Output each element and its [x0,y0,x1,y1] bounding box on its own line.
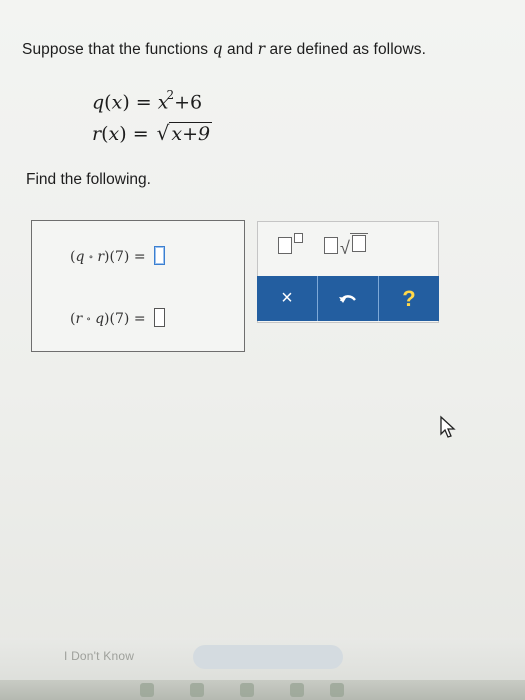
argument: 7 [114,311,124,327]
taskbar-app-icon[interactable] [330,683,344,697]
undo-icon [339,294,356,303]
os-taskbar [0,680,525,700]
superscript-template-icon [278,236,292,254]
composition-expression-1: (q ∘ r)(7) = [70,246,165,265]
q-tail: +6 [174,91,203,114]
radical-sign-icon: √ [156,121,170,145]
r-definition: r(x) = √ x+9 [92,121,213,145]
help-icon: ? [402,285,416,311]
help-button[interactable]: ? [379,276,439,321]
problem-statement: Suppose that the functions q and r are d… [22,40,426,59]
r-symbol: r [92,123,102,145]
function-q-name: q [212,40,223,58]
index-box-icon [324,236,338,254]
q-exponent: 2 [166,88,175,102]
inner-function: r [97,249,105,265]
taskbar-app-icon[interactable] [290,683,304,697]
q-variable: x [111,91,123,114]
equals-sign: = [135,91,152,114]
superscript-template-button[interactable] [278,230,303,260]
equals-sign: = [132,123,149,145]
statement-text: and [222,41,258,58]
composition-circle-icon: ∘ [86,314,92,325]
statement-text: Suppose that the functions [22,41,213,58]
paren-close: ) [119,123,127,145]
statement-text: are defined as follows. [265,41,427,58]
answer-panel: (q ∘ r)(7) = (r ∘ q)(7) = [31,220,245,352]
clear-button[interactable]: × [257,276,318,321]
dont-know-button[interactable]: I Don't Know [64,649,134,663]
outer-function: q [75,249,85,265]
paren-close: ) [122,91,130,114]
q-definition: q(x) = x2+6 [92,88,203,114]
composition-expression-2: (r ∘ q)(7) = [70,308,165,327]
composition-circle-icon: ∘ [88,252,94,263]
function-r-name: r [257,40,266,58]
sqrt-template-button[interactable]: √ [324,230,368,260]
palette-toolbar: × ? [257,276,439,321]
square-root: √ x+9 [155,121,213,145]
outer-function: r [75,311,83,327]
mouse-cursor-icon [440,415,456,438]
answer-input-1[interactable] [154,246,165,265]
answer-input-2[interactable] [154,308,165,327]
clear-icon: × [281,287,293,309]
exponent-box-icon [294,233,303,243]
r-radicand: x+9 [169,122,213,145]
undo-button[interactable] [318,276,379,321]
taskbar-app-icon[interactable] [140,683,154,697]
r-variable: x [108,123,120,145]
q-symbol: q [92,91,105,114]
radicand-box-icon [351,235,366,252]
explanation-button[interactable] [193,645,343,669]
inner-function: q [95,311,105,327]
find-instruction: Find the following. [26,171,151,188]
argument: 7 [114,249,124,265]
sqrt-template-icon: √ [340,233,368,257]
taskbar-app-icon[interactable] [190,683,204,697]
taskbar-app-icon[interactable] [240,683,254,697]
